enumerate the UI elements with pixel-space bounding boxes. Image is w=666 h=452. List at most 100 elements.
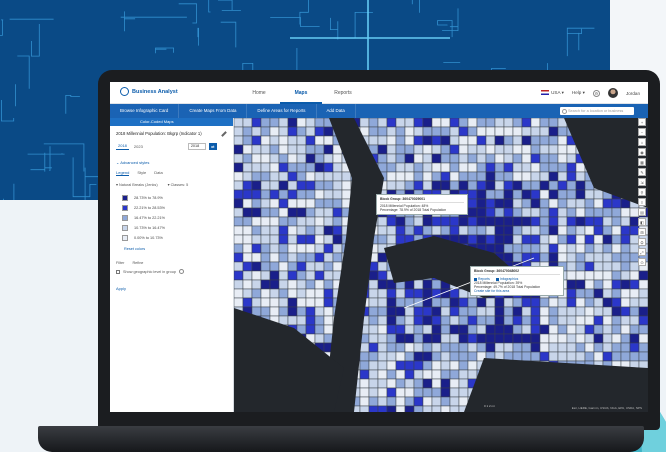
census-block-group[interactable] bbox=[458, 342, 469, 353]
census-block-group[interactable] bbox=[413, 135, 424, 146]
census-block-group[interactable] bbox=[521, 171, 532, 182]
census-block-group[interactable] bbox=[575, 234, 586, 245]
census-block-group[interactable] bbox=[404, 315, 415, 326]
census-block-group[interactable] bbox=[413, 153, 424, 164]
census-block-group[interactable] bbox=[476, 306, 487, 317]
census-block-group[interactable] bbox=[440, 396, 451, 407]
census-block-group[interactable] bbox=[575, 270, 586, 281]
census-block-group[interactable] bbox=[557, 126, 568, 137]
census-block-group[interactable] bbox=[620, 207, 631, 218]
census-block-group[interactable] bbox=[602, 342, 613, 353]
census-block-group[interactable] bbox=[431, 306, 442, 317]
census-block-group[interactable] bbox=[467, 207, 478, 218]
census-block-group[interactable] bbox=[260, 243, 271, 254]
census-block-group[interactable] bbox=[305, 306, 316, 317]
census-block-group[interactable] bbox=[602, 261, 613, 272]
census-block-group[interactable] bbox=[503, 144, 514, 155]
census-block-group[interactable] bbox=[512, 252, 523, 263]
census-block-group[interactable] bbox=[638, 342, 648, 353]
census-block-group[interactable] bbox=[251, 207, 262, 218]
map-tool-button[interactable]: ◧ bbox=[638, 218, 646, 226]
census-block-group[interactable] bbox=[431, 225, 442, 236]
census-block-group[interactable] bbox=[485, 216, 496, 227]
census-block-group[interactable] bbox=[539, 342, 550, 353]
census-block-group[interactable] bbox=[395, 378, 406, 389]
census-block-group[interactable] bbox=[584, 306, 595, 317]
census-block-group[interactable] bbox=[359, 378, 370, 389]
census-block-group[interactable] bbox=[440, 297, 451, 308]
settings-icon[interactable]: ⚙ bbox=[592, 89, 600, 97]
census-block-group[interactable] bbox=[539, 126, 550, 137]
census-block-group[interactable] bbox=[494, 144, 505, 155]
census-block-group[interactable] bbox=[422, 333, 433, 344]
census-block-group[interactable] bbox=[305, 279, 316, 290]
census-block-group[interactable] bbox=[377, 333, 388, 344]
census-block-group[interactable] bbox=[242, 234, 253, 245]
census-block-group[interactable] bbox=[269, 297, 280, 308]
census-block-group[interactable] bbox=[593, 261, 604, 272]
census-block-group[interactable] bbox=[404, 180, 415, 191]
census-block-group[interactable] bbox=[377, 324, 388, 335]
census-block-group[interactable] bbox=[566, 306, 577, 317]
census-block-group[interactable] bbox=[404, 387, 415, 398]
census-block-group[interactable] bbox=[269, 225, 280, 236]
census-block-group[interactable] bbox=[458, 180, 469, 191]
census-block-group[interactable] bbox=[234, 234, 244, 245]
census-block-group[interactable] bbox=[278, 180, 289, 191]
census-block-group[interactable] bbox=[512, 153, 523, 164]
census-block-group[interactable] bbox=[611, 288, 622, 299]
census-block-group[interactable] bbox=[386, 297, 397, 308]
census-block-group[interactable] bbox=[404, 162, 415, 173]
census-block-group[interactable] bbox=[494, 225, 505, 236]
census-block-group[interactable] bbox=[332, 216, 343, 227]
census-block-group[interactable] bbox=[296, 144, 307, 155]
census-block-group[interactable] bbox=[413, 351, 424, 362]
census-block-group[interactable] bbox=[530, 153, 541, 164]
census-block-group[interactable] bbox=[512, 189, 523, 200]
census-block-group[interactable] bbox=[620, 324, 631, 335]
class-count-dropdown[interactable]: ▾ Classes: 5 bbox=[168, 182, 189, 187]
census-block-group[interactable] bbox=[422, 342, 433, 353]
census-block-group[interactable] bbox=[458, 153, 469, 164]
census-block-group[interactable] bbox=[494, 180, 505, 191]
census-block-group[interactable] bbox=[440, 324, 451, 335]
census-block-group[interactable] bbox=[611, 216, 622, 227]
census-block-group[interactable] bbox=[269, 306, 280, 317]
legend-swatch[interactable] bbox=[122, 205, 128, 211]
census-block-group[interactable] bbox=[296, 171, 307, 182]
census-block-group[interactable] bbox=[548, 351, 559, 362]
census-block-group[interactable] bbox=[494, 135, 505, 146]
census-block-group[interactable] bbox=[503, 135, 514, 146]
census-block-group[interactable] bbox=[269, 252, 280, 263]
census-block-group[interactable] bbox=[260, 306, 271, 317]
census-block-group[interactable] bbox=[512, 351, 523, 362]
census-block-group[interactable] bbox=[251, 162, 262, 173]
census-block-group[interactable] bbox=[323, 306, 334, 317]
census-block-group[interactable] bbox=[305, 225, 316, 236]
census-block-group[interactable] bbox=[251, 171, 262, 182]
legend-swatch[interactable] bbox=[122, 235, 128, 241]
census-block-group[interactable] bbox=[260, 270, 271, 281]
census-block-group[interactable] bbox=[521, 144, 532, 155]
census-block-group[interactable] bbox=[431, 378, 442, 389]
census-block-group[interactable] bbox=[584, 315, 595, 326]
census-block-group[interactable] bbox=[260, 234, 271, 245]
census-block-group[interactable] bbox=[314, 324, 325, 335]
census-block-group[interactable] bbox=[485, 324, 496, 335]
census-block-group[interactable] bbox=[530, 297, 541, 308]
census-block-group[interactable] bbox=[314, 288, 325, 299]
census-block-group[interactable] bbox=[602, 279, 613, 290]
census-block-group[interactable] bbox=[395, 315, 406, 326]
census-block-group[interactable] bbox=[548, 189, 559, 200]
census-block-group[interactable] bbox=[341, 189, 352, 200]
census-block-group[interactable] bbox=[287, 288, 298, 299]
census-block-group[interactable] bbox=[377, 144, 388, 155]
census-block-group[interactable] bbox=[278, 234, 289, 245]
census-block-group[interactable] bbox=[278, 297, 289, 308]
census-block-group[interactable] bbox=[440, 144, 451, 155]
census-block-group[interactable] bbox=[368, 333, 379, 344]
census-block-group[interactable] bbox=[368, 306, 379, 317]
census-block-group[interactable] bbox=[530, 180, 541, 191]
census-block-group[interactable] bbox=[521, 306, 532, 317]
census-block-group[interactable] bbox=[611, 234, 622, 245]
